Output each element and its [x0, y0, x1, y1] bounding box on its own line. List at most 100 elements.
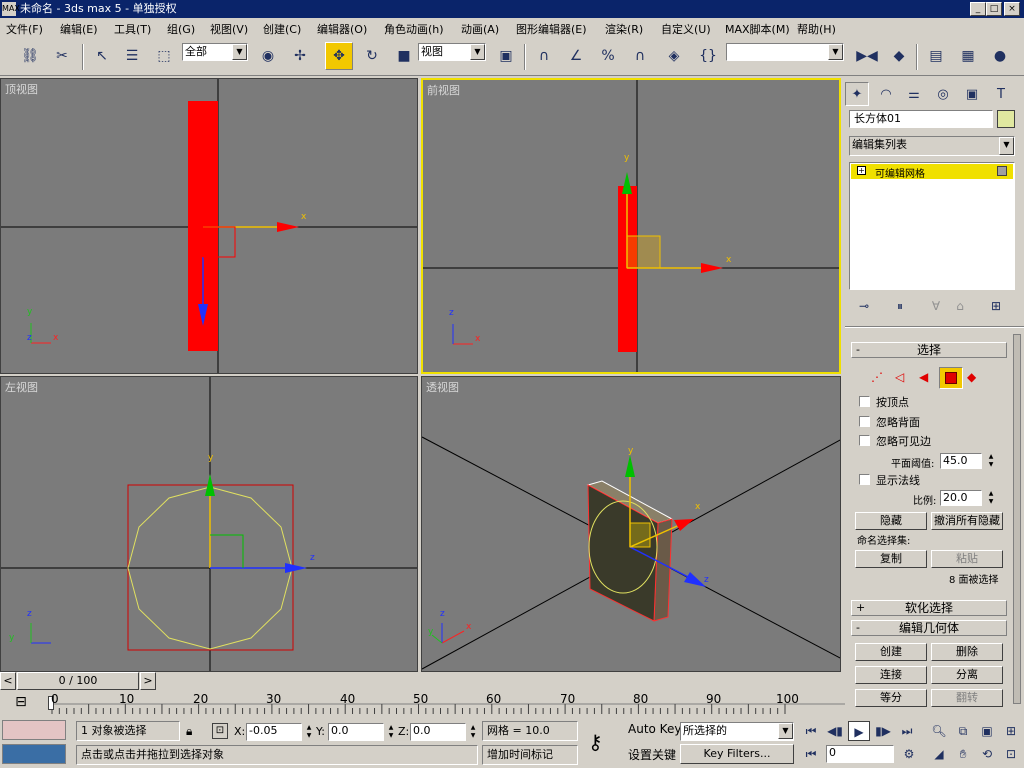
time-config-icon[interactable]: ⚙: [898, 744, 920, 764]
edit-named-sel-icon[interactable]: {}: [694, 42, 722, 70]
z-coordinate-input[interactable]: 0.0: [410, 723, 466, 741]
panel-scrollbar[interactable]: [1013, 334, 1021, 704]
auto-key-button[interactable]: Auto Key: [628, 722, 681, 736]
align-icon[interactable]: ◆: [885, 42, 913, 70]
menu-customize[interactable]: 自定义(U): [661, 21, 711, 37]
set-key-button[interactable]: 设置关键帧: [628, 746, 676, 763]
menu-character[interactable]: 角色动画(h): [384, 21, 444, 37]
time-slider[interactable]: 0 / 100: [17, 672, 139, 690]
zoom-extents-icon[interactable]: ▣: [976, 721, 998, 741]
maximize-button[interactable]: □: [986, 2, 1002, 16]
absolute-mode-icon[interactable]: ⊡: [212, 723, 228, 739]
viewport-perspective[interactable]: 透视图 y x z x z y: [421, 376, 841, 672]
prev-frame-button[interactable]: <: [0, 672, 16, 690]
menu-tools[interactable]: 工具(T): [114, 21, 151, 37]
menu-modifiers[interactable]: 编辑器(O): [317, 21, 367, 37]
play-icon[interactable]: ▶: [848, 721, 870, 741]
go-to-start-icon[interactable]: ⏮: [800, 721, 822, 741]
normals-scale-input[interactable]: 20.0: [940, 490, 982, 506]
move-tool-icon[interactable]: ✥: [325, 42, 353, 70]
menu-create[interactable]: 创建(C): [263, 21, 301, 37]
menu-animation[interactable]: 动画(A): [461, 21, 499, 37]
viewport-left[interactable]: 左视图 y z z y: [0, 376, 418, 672]
motion-tab-icon[interactable]: ◎: [931, 82, 955, 106]
menu-rendering[interactable]: 渲染(R): [605, 21, 643, 37]
unlink-icon[interactable]: ✂: [48, 42, 76, 70]
polygon-level-icon[interactable]: [939, 367, 963, 389]
select-object-icon[interactable]: ↖: [88, 42, 116, 70]
x-coordinate-input[interactable]: -0.05: [246, 723, 302, 741]
object-name-field[interactable]: 长方体01: [849, 110, 993, 128]
key-filters-button[interactable]: Key Filters...: [680, 744, 794, 764]
modify-tab-icon[interactable]: ◠: [874, 82, 898, 106]
divide-button[interactable]: 等分: [855, 689, 927, 707]
delete-button[interactable]: 删除: [931, 643, 1003, 661]
hide-button[interactable]: 隐藏: [855, 512, 927, 530]
y-spinner[interactable]: ▲ ▼: [386, 724, 396, 740]
region-select-icon[interactable]: ⬚: [150, 42, 178, 70]
angle-snap-icon[interactable]: ∠: [562, 42, 590, 70]
zoom-icon[interactable]: 🔍︎: [928, 721, 950, 741]
utilities-tab-icon[interactable]: T: [989, 82, 1013, 106]
next-key-icon[interactable]: ▮▶: [872, 721, 894, 741]
by-vertex-checkbox[interactable]: 按顶点: [859, 396, 909, 409]
pan-icon[interactable]: ✋︎: [952, 744, 974, 764]
show-normals-checkbox[interactable]: 显示法线: [859, 474, 920, 487]
scale-tool-icon[interactable]: ■: [390, 42, 418, 70]
y-coordinate-input[interactable]: 0.0: [328, 723, 384, 741]
max-listener-blue[interactable]: [2, 744, 66, 764]
named-sel-icon[interactable]: ◈: [660, 42, 688, 70]
schematic-view-icon[interactable]: ▦: [954, 42, 982, 70]
named-selection-dropdown[interactable]: ▼: [726, 43, 844, 61]
next-frame-button[interactable]: >: [140, 672, 156, 690]
material-editor-icon[interactable]: ●: [986, 42, 1014, 70]
arc-rotate-icon[interactable]: ⟲: [976, 744, 998, 764]
app-icon[interactable]: MAX: [2, 2, 20, 16]
select-move-icon[interactable]: ✢: [286, 42, 314, 70]
object-color-swatch[interactable]: [997, 110, 1015, 128]
plane-threshold-input[interactable]: 45.0: [940, 453, 982, 469]
expand-icon[interactable]: +: [857, 166, 866, 175]
ref-coord-dropdown[interactable]: 视图 ▼: [418, 43, 486, 61]
unhide-all-button[interactable]: 撤消所有隐藏: [931, 512, 1003, 530]
snap-toggle-icon[interactable]: ∩: [530, 42, 558, 70]
ignore-visible-edges-checkbox[interactable]: 忽略可见边: [859, 435, 931, 448]
minimize-button[interactable]: _: [970, 2, 986, 16]
add-time-tag[interactable]: 增加时间标记: [482, 745, 578, 765]
plane-threshold-spinner[interactable]: ▲ ▼: [986, 453, 996, 469]
selection-filter-dropdown[interactable]: 全部 ▼: [182, 43, 248, 61]
light-bulb-icon[interactable]: [997, 166, 1007, 176]
window-crossing-icon[interactable]: ◉: [254, 42, 282, 70]
menu-file[interactable]: 文件(F): [6, 21, 43, 37]
face-level-icon[interactable]: ◀: [919, 370, 928, 384]
prev-key-icon[interactable]: ◀▮: [824, 721, 846, 741]
zoom-extents-all-icon[interactable]: ⊞: [1000, 721, 1022, 741]
key-icon[interactable]: ⚷: [588, 730, 603, 754]
vertex-level-icon[interactable]: ⋰: [871, 370, 883, 384]
rollout-soft-selection[interactable]: + 软化选择: [851, 600, 1007, 616]
mini-curve-editor-icon[interactable]: ⊟: [8, 694, 34, 714]
rotate-tool-icon[interactable]: ↻: [358, 42, 386, 70]
create-tab-icon[interactable]: ✦: [845, 82, 869, 106]
percent-snap-icon[interactable]: %: [594, 42, 622, 70]
display-tab-icon[interactable]: ▣: [960, 82, 984, 106]
menu-group[interactable]: 组(G): [167, 21, 195, 37]
lock-icon[interactable]: 🔒︎: [186, 724, 192, 739]
x-spinner[interactable]: ▲ ▼: [304, 724, 314, 740]
menu-help[interactable]: 帮助(H): [797, 21, 836, 37]
key-mode-dropdown[interactable]: 所选择的 ▼: [680, 722, 794, 741]
normals-scale-spinner[interactable]: ▲ ▼: [986, 490, 996, 506]
show-end-result-icon[interactable]: ⏸: [889, 296, 911, 316]
configure-sets-icon[interactable]: ⊞: [985, 296, 1007, 316]
copy-button[interactable]: 复制: [855, 550, 927, 568]
min-max-toggle-icon[interactable]: ⊡: [1000, 744, 1022, 764]
create-button[interactable]: 创建: [855, 643, 927, 661]
go-to-end-icon[interactable]: ⏭: [896, 721, 918, 741]
menu-views[interactable]: 视图(V): [210, 21, 248, 37]
close-button[interactable]: ×: [1004, 2, 1020, 16]
key-mode-toggle-icon[interactable]: ⏮: [800, 744, 822, 764]
mirror-icon[interactable]: ▶◀: [853, 42, 881, 70]
viewport-front[interactable]: 前视图 x y x z: [421, 78, 841, 374]
menu-edit[interactable]: 编辑(E): [60, 21, 98, 37]
element-level-icon[interactable]: ◆: [967, 370, 976, 384]
